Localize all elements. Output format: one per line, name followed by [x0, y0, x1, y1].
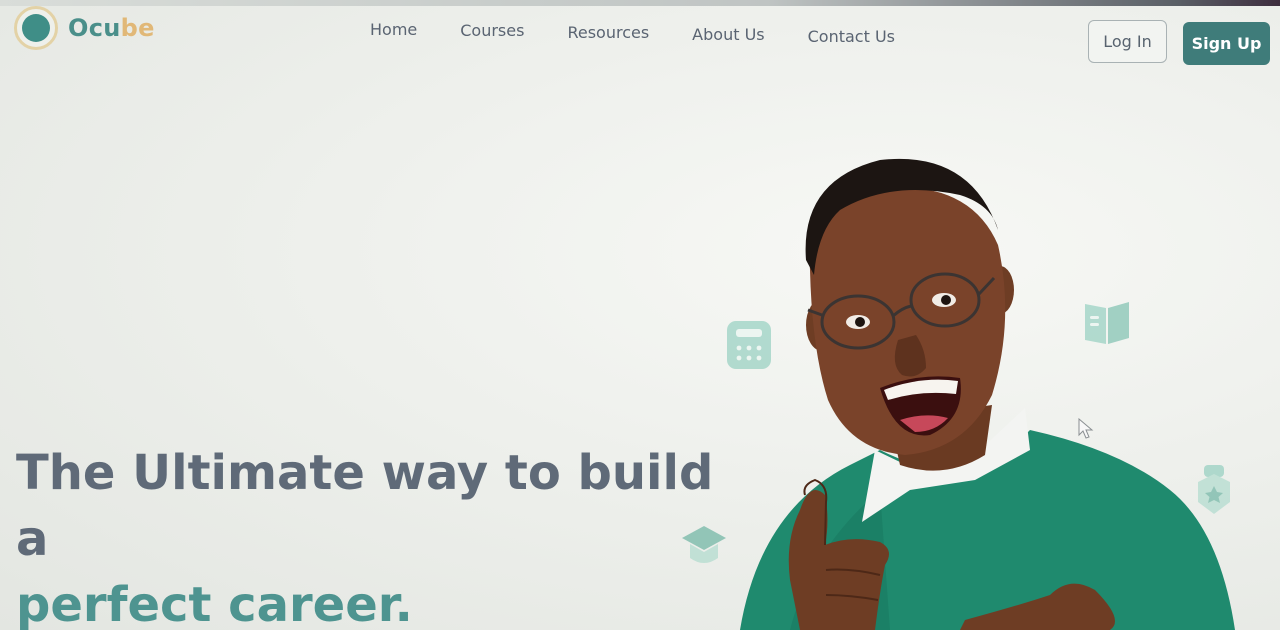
nav-contact-us[interactable]: Contact Us — [808, 27, 895, 46]
hero-person-image — [740, 158, 1235, 630]
nav-courses[interactable]: Courses — [460, 21, 524, 46]
nav-resources[interactable]: Resources — [567, 23, 649, 46]
nav-home[interactable]: Home — [370, 20, 417, 46]
brand-name-part1: Ocu — [68, 14, 121, 42]
landing-page: Ocube Home Courses Resources About Us Co… — [0, 0, 1280, 630]
nav-about-us[interactable]: About Us — [692, 25, 764, 46]
hero-heading-line2: a — [16, 511, 49, 567]
hero-heading: The Ultimate way to build a perfect care… — [16, 440, 716, 630]
login-button[interactable]: Log In — [1088, 20, 1167, 63]
signup-button[interactable]: Sign Up — [1183, 22, 1270, 65]
main-nav: Home Courses Resources About Us Contact … — [370, 20, 895, 46]
mouse-cursor-icon — [1078, 418, 1094, 439]
graduation-cap-icon — [682, 526, 726, 563]
brand-name-part2: be — [120, 14, 155, 42]
brand-logo[interactable]: Ocube — [14, 6, 155, 50]
hero-heading-line1: The Ultimate way to build — [16, 445, 714, 501]
brand-name: Ocube — [68, 14, 155, 42]
hero-heading-line3: perfect career. — [16, 577, 413, 630]
logo-dot — [22, 14, 50, 42]
navbar: Ocube Home Courses Resources About Us Co… — [0, 6, 1280, 72]
logo-mark-icon — [14, 6, 58, 50]
